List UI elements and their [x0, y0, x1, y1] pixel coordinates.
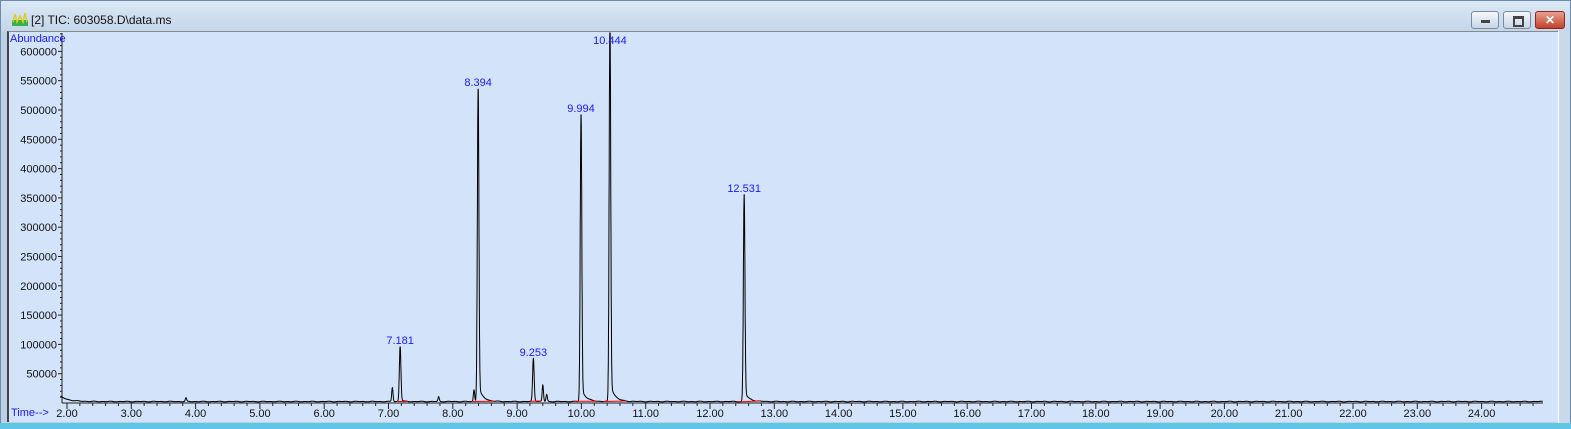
x-tick-label: 17.00 — [1018, 408, 1046, 420]
x-tick-label: 2.00 — [56, 408, 77, 420]
y-axis-label: Abundance — [10, 33, 66, 45]
y-tick-label: 200000 — [20, 281, 57, 293]
x-tick-label: 12.00 — [696, 408, 724, 420]
x-tick-label: 7.00 — [378, 408, 399, 420]
x-tick-label: 22.00 — [1339, 408, 1367, 420]
x-axis-label: Time--> — [11, 407, 49, 419]
x-tick-label: 8.00 — [442, 408, 463, 420]
y-tick-label: 400000 — [20, 164, 57, 176]
y-tick-label: 50000 — [26, 369, 57, 381]
chromatogram-chart: 50000 100000 150000 200000 250000 300000 35000… — [10, 32, 1543, 420]
x-tick-label: 24.00 — [1468, 408, 1496, 420]
integration-baseline — [603, 400, 627, 403]
tic-trace-group — [60, 32, 1543, 403]
x-tick-label: 11.00 — [632, 408, 659, 420]
x-tick-label: 13.00 — [761, 408, 789, 420]
y-tick-label: 500000 — [20, 105, 57, 117]
x-tick-label: 15.00 — [889, 408, 917, 420]
peak-label[interactable]: 12.531 — [727, 183, 761, 195]
x-tick-label: 4.00 — [185, 408, 206, 420]
peak-label[interactable]: 9.994 — [567, 103, 595, 115]
x-tick-label: 16.00 — [953, 408, 981, 420]
x-tick-label: 19.00 — [1146, 408, 1174, 420]
y-tick-label: 450000 — [20, 134, 57, 146]
x-tick-label: 21.00 — [1275, 408, 1303, 420]
peak-label[interactable]: 9.253 — [520, 347, 548, 359]
peak-label[interactable]: 7.181 — [386, 335, 414, 347]
axes: 50000 100000 150000 200000 250000 300000 35000… — [20, 33, 1543, 420]
x-tick-label: 18.00 — [1082, 408, 1110, 420]
y-tick-label: 100000 — [20, 339, 57, 351]
x-tick-label: 5.00 — [249, 408, 270, 420]
x-tick-label: 20.00 — [1211, 408, 1239, 420]
x-tick-label: 23.00 — [1404, 408, 1432, 420]
peak-labels: 7.181 8.394 9.253 9.994 10.444 12.531 — [386, 35, 761, 359]
y-tick-label: 350000 — [20, 193, 57, 205]
tic-trace — [60, 32, 1543, 403]
y-tick-label: 550000 — [20, 76, 57, 88]
y-tick-label: 150000 — [20, 310, 57, 322]
x-tick-label: 14.00 — [825, 408, 853, 420]
peak-label[interactable]: 8.394 — [464, 77, 492, 89]
x-tick-label: 9.00 — [506, 408, 527, 420]
y-tick-label: 600000 — [20, 46, 57, 58]
y-tick-label: 300000 — [20, 222, 57, 234]
x-tick-label: 3.00 — [121, 408, 142, 420]
x-tick-label: 6.00 — [313, 408, 334, 420]
y-tick-label: 250000 — [20, 252, 57, 264]
x-tick-label: 10.00 — [568, 408, 596, 420]
peak-label[interactable]: 10.444 — [593, 35, 627, 47]
